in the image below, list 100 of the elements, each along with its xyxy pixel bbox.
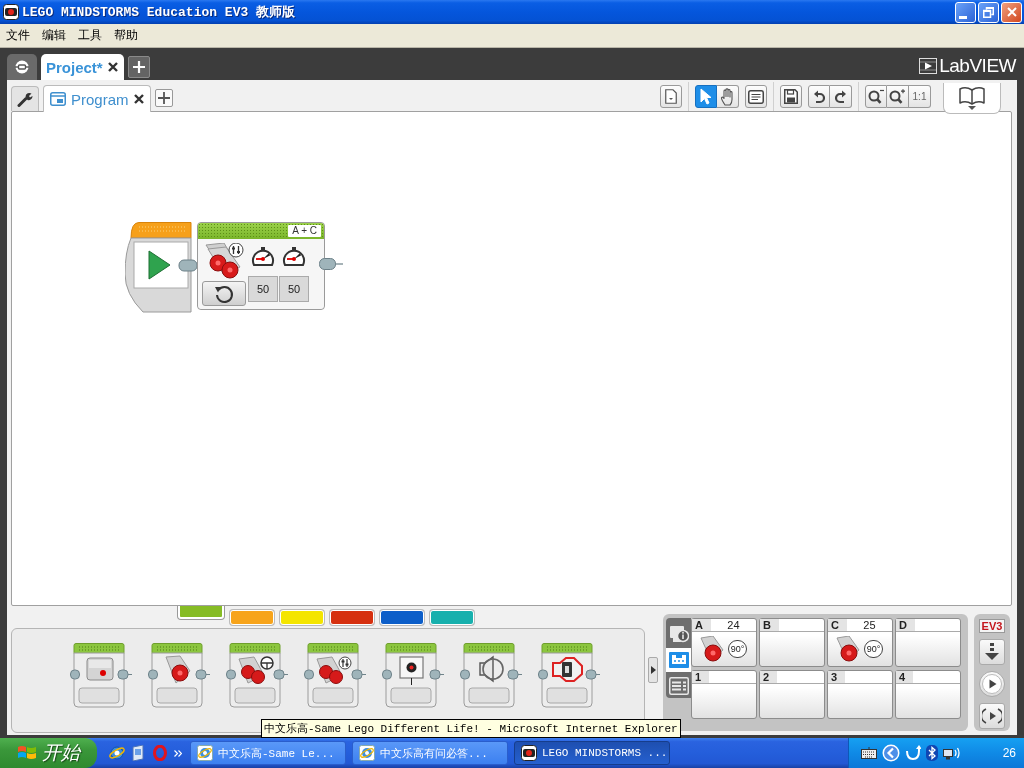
undo-button[interactable] [808,85,830,108]
available-bricks-tab[interactable] [666,674,691,698]
lobby-tab[interactable] [7,54,37,80]
expand-icon [650,665,656,674]
undo-icon [813,88,825,105]
browser-icon [197,745,213,761]
browser-icon [109,745,125,761]
program-icon [50,92,66,106]
zoom-in-icon [889,89,906,104]
list-icon [668,677,689,695]
app-icon [521,745,537,761]
minimize-icon [958,15,967,19]
mode-selector[interactable] [202,281,246,306]
port-label: D [896,619,915,631]
lobby-icon [14,60,30,74]
port-label: 4 [896,671,914,683]
power-input[interactable]: 50 [248,276,278,302]
zoom-out-button[interactable] [865,85,887,108]
zoom-in-button[interactable] [887,85,909,108]
tooltip: 中文乐高-Same Lego Different Life! - Microsoft Internet Explorer [261,719,681,738]
port-view-icon [668,652,689,668]
pointer-icon [700,88,712,105]
port-label: 3 [828,671,846,683]
app-icon [3,4,19,20]
move-tank-block[interactable] [304,643,366,709]
start-block[interactable] [125,222,197,314]
brick-light-block[interactable] [538,643,600,709]
play-icon [982,674,1002,694]
help-tab[interactable] [943,83,1001,114]
add-project-button[interactable] [127,56,150,78]
port-selector[interactable]: A + C [288,225,321,237]
menu-item[interactable]: 编辑 [36,25,72,46]
close-tab-icon [107,62,118,72]
run-button[interactable] [979,671,1005,697]
hand-icon [719,87,736,106]
palette-tab[interactable] [430,610,474,625]
port-reading: 24 [726,619,741,631]
zoom-out-icon [867,89,885,104]
port-label: 1 [692,671,710,683]
show-hidden-icons-button[interactable] [882,744,900,762]
page-button[interactable] [660,85,682,108]
close-button[interactable] [1001,1,1022,23]
zoom-reset-button[interactable]: 1:1 [909,85,931,108]
program-canvas[interactable]: A + C 50 50 [11,111,1012,606]
restore-button[interactable] [978,1,999,23]
large-motor-block[interactable] [148,643,210,709]
play-selected-icon [982,707,1002,725]
display-block[interactable] [382,643,444,709]
program-tab[interactable]: Program [43,85,151,112]
minimize-button[interactable] [955,1,976,23]
menu-item[interactable]: 帮助 [108,25,144,46]
download-button[interactable] [979,639,1005,665]
plus-icon [132,61,145,73]
port-label: 2 [760,671,778,683]
output-plug-icon [319,258,343,270]
expand-handle[interactable] [648,656,658,683]
windows-flag-icon [17,744,37,762]
save-icon [784,89,798,104]
page-icon [665,89,677,104]
quick-launch-button[interactable] [109,745,125,761]
menu-item[interactable]: 文件 [0,25,36,46]
wireless-network-icon[interactable] [943,746,961,760]
start-button[interactable]: 开始 [0,738,97,768]
select-tool[interactable] [695,85,717,108]
run-selected-button[interactable] [979,703,1005,729]
palette-tab[interactable] [380,610,424,625]
logo-text: LabVIEW [939,55,1016,77]
medium-motor-block[interactable] [70,643,132,709]
clock: 26 [1002,746,1016,760]
desktop-icon [132,745,146,761]
power-input[interactable]: 50 [279,276,309,302]
comment-button[interactable] [745,85,767,108]
speed-gauge-icon [282,247,306,268]
more-launch-button[interactable] [174,749,182,757]
save-button[interactable] [780,85,802,108]
tank-motors-icon [204,243,244,279]
pan-tool[interactable] [717,85,739,108]
move-tank-block[interactable]: A + C 50 50 [197,222,325,310]
port-view-tab[interactable] [666,648,691,672]
redo-button[interactable] [830,85,852,108]
comment-icon [748,89,764,104]
taskbar-button[interactable]: LEGO MINDSTORMS ... [514,741,670,765]
book-icon [959,86,985,105]
add-program-button[interactable] [154,89,173,107]
project-properties-tab[interactable] [11,86,39,111]
info-icon [668,625,689,643]
curved-arrow-icon[interactable] [905,745,921,761]
rotation-mode-badge: 90° [727,640,748,658]
move-steering-block[interactable] [226,643,288,709]
menu-item[interactable]: 工具 [72,25,108,46]
rotate-icon [214,283,234,304]
restore-icon [983,6,994,18]
port-reading: 25 [862,619,877,631]
plus-icon [157,92,170,104]
palette-tab[interactable] [330,610,374,625]
download-icon [984,643,1000,661]
bluetooth-icon[interactable] [926,745,938,761]
show-desktop-button[interactable] [132,745,146,761]
sound-block[interactable] [460,643,522,709]
show-hidden-icon [882,744,900,762]
